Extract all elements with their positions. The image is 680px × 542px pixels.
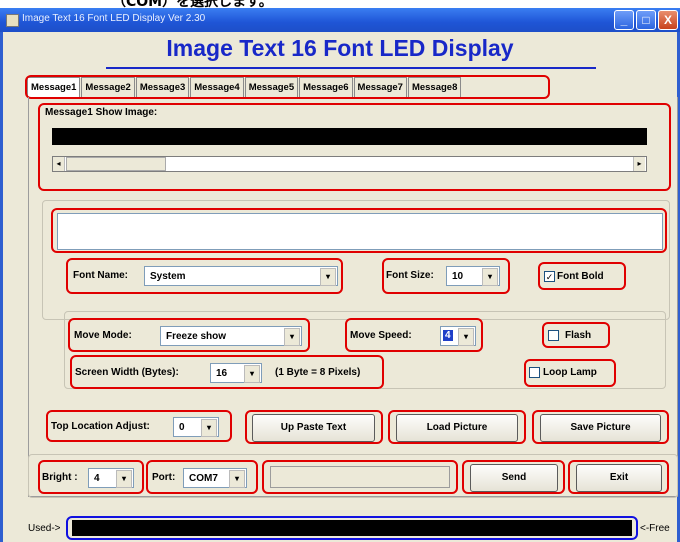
heading-underline (106, 67, 596, 69)
chevron-down-icon[interactable]: ▾ (482, 268, 498, 286)
preview-label: Message1 Show Image: (45, 107, 158, 118)
memory-usage-bar (72, 520, 632, 536)
port-label: Port: (152, 472, 176, 483)
scroll-thumb[interactable] (66, 157, 166, 171)
move-mode-select[interactable]: Freeze show ▾ (160, 326, 302, 346)
scroll-left-button[interactable]: ◂ (53, 157, 65, 171)
screen-width-label: Screen Width (Bytes): (75, 367, 179, 378)
port-value: COM7 (189, 473, 218, 484)
text-input-highlight (51, 208, 667, 253)
status-field (270, 466, 450, 488)
font-name-value: System (150, 271, 186, 282)
chevron-down-icon[interactable]: ▾ (201, 419, 217, 437)
app-heading: Image Text 16 Font LED Display (166, 35, 514, 61)
flash-label: Flash (565, 330, 592, 341)
cropped-caption-strip: （COM）を選択します。 (0, 0, 680, 10)
top-adjust-select[interactable]: 0 ▾ (173, 417, 219, 437)
port-select[interactable]: COM7 ▾ (183, 468, 247, 488)
title-bar: Image Text 16 Font LED Display Ver 2.30 (0, 8, 680, 32)
chevron-down-icon[interactable]: ▾ (116, 470, 132, 488)
free-label: <-Free (640, 523, 670, 534)
bright-select[interactable]: 4 ▾ (88, 468, 134, 488)
chevron-down-icon[interactable]: ▾ (244, 365, 260, 383)
move-speed-value: 4 (443, 330, 453, 341)
chevron-down-icon[interactable]: ▾ (229, 470, 245, 488)
chevron-down-icon[interactable]: ▾ (458, 328, 474, 346)
chevron-down-icon[interactable]: ▾ (284, 328, 300, 346)
chevron-down-icon[interactable]: ▾ (320, 268, 336, 286)
used-label: Used-> (28, 523, 61, 534)
minimize-button[interactable]: _ (614, 10, 634, 30)
font-bold-checkbox[interactable]: ✓ (544, 271, 555, 282)
preview-scrollbar[interactable]: ◂ ▸ (52, 156, 647, 172)
move-mode-label: Move Mode: (74, 330, 132, 341)
bright-label: Bright : (42, 472, 78, 483)
font-size-value: 10 (452, 271, 464, 282)
led-preview (52, 128, 647, 145)
send-button[interactable]: Send (470, 464, 558, 492)
scroll-right-button[interactable]: ▸ (633, 157, 645, 171)
move-mode-value: Freeze show (166, 331, 227, 342)
move-speed-select[interactable]: 4 ▾ (440, 326, 476, 346)
font-bold-label: Font Bold (557, 271, 604, 282)
load-picture-button[interactable]: Load Picture (396, 414, 518, 442)
bright-value: 4 (94, 473, 100, 484)
window-title: Image Text 16 Font LED Display Ver 2.30 (22, 13, 206, 24)
font-size-label: Font Size: (386, 270, 434, 281)
top-adjust-value: 0 (179, 422, 185, 433)
loop-lamp-checkbox[interactable] (529, 367, 540, 378)
screen-width-value: 16 (216, 368, 228, 379)
move-speed-label: Move Speed: (350, 330, 412, 341)
exit-button[interactable]: Exit (576, 464, 662, 492)
close-button[interactable]: X (658, 10, 678, 30)
screen-width-note: (1 Byte = 8 Pixels) (275, 367, 361, 378)
top-adjust-label: Top Location Adjust: (51, 421, 150, 432)
maximize-button[interactable]: □ (636, 10, 656, 30)
save-picture-button[interactable]: Save Picture (540, 414, 661, 442)
screen-width-select[interactable]: 16 ▾ (210, 363, 262, 383)
loop-lamp-label: Loop Lamp (543, 367, 597, 378)
up-paste-text-button[interactable]: Up Paste Text (252, 414, 375, 442)
flash-checkbox[interactable] (548, 330, 559, 341)
font-name-select[interactable]: System ▾ (144, 266, 338, 286)
font-size-select[interactable]: 10 ▾ (446, 266, 500, 286)
app-icon (6, 14, 19, 27)
font-name-label: Font Name: (73, 270, 128, 281)
tabs-highlight (25, 75, 550, 99)
